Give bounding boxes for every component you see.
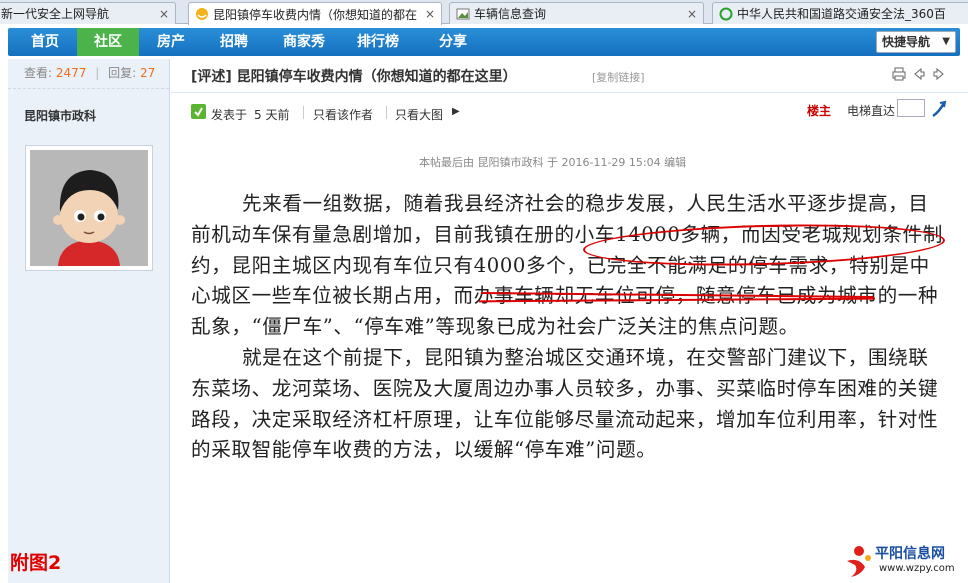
watermark-name: 平阳信息网 (875, 546, 945, 562)
post-title: [评述] 昆阳镇停车收费内情（你想知道的都在这里） (191, 69, 517, 85)
site-watermark: 平阳信息网 www.wzpy.com (843, 541, 963, 581)
views-count: 2477 (55, 66, 87, 80)
quick-nav-label: 快捷导航 (882, 35, 931, 49)
floor-jump-input[interactable] (897, 99, 925, 117)
only-author-link[interactable]: 只看该作者 (313, 106, 373, 123)
post-tools (892, 67, 946, 81)
copy-link-button[interactable]: [复制链接] (592, 69, 645, 85)
nav-community[interactable]: 社区 (77, 28, 139, 56)
views-label: 查看: (24, 66, 53, 80)
chevron-down-icon: ▼ (942, 36, 950, 47)
browser-tab-traffic-law[interactable]: 中华人民共和国道路交通安全法_360百 (712, 2, 968, 24)
watermark-logo-icon (847, 546, 871, 577)
browser-tab-bar: 新一代安全上网导航 × 昆阳镇停车收费内情（你想知道的都在 × 车辆信息查询 ×… (0, 0, 968, 25)
large-image-link[interactable]: 只看大图 (395, 106, 443, 123)
nav-home[interactable]: 首页 (14, 28, 76, 56)
forum-icon (196, 8, 208, 20)
browser-tab-forum-post[interactable]: 昆阳镇停车收费内情（你想知道的都在 × (188, 2, 442, 25)
post-stats: 查看: 2477 | 回复: 27 (8, 59, 169, 89)
close-icon[interactable]: × (687, 7, 697, 21)
meta-divider (303, 106, 304, 119)
cartoon-boy-avatar-icon (30, 150, 148, 266)
posted-time: 5 天前 (254, 108, 290, 122)
nav-real-estate[interactable]: 房产 (140, 28, 202, 56)
tab-title: 昆阳镇停车收费内情（你想知道的都在 (213, 7, 418, 22)
tab-title: 中华人民共和国道路交通安全法_360百 (737, 7, 946, 21)
author-name[interactable]: 昆阳镇市政科 (24, 107, 169, 124)
nav-rankings[interactable]: 排行榜 (344, 28, 412, 56)
online-status-icon (191, 104, 206, 119)
nav-share[interactable]: 分享 (422, 28, 484, 56)
floor-label: 楼主 (807, 104, 832, 118)
site-nav-bar: 首页 社区 房产 招聘 商家秀 排行榜 分享 快捷导航 ▼ (0, 25, 968, 59)
avatar (30, 150, 148, 266)
nav-strip: 首页 社区 房产 招聘 商家秀 排行榜 分享 快捷导航 ▼ (8, 28, 960, 56)
post-content-area: [评述] 昆阳镇停车收费内情（你想知道的都在这里） [复制链接] 发表于 5 天… (171, 59, 968, 583)
post-meta-row: 发表于 5 天前 只看该作者 只看大图 ▶ 楼主 电梯直达 (171, 97, 968, 127)
close-icon[interactable]: × (159, 7, 169, 21)
play-arrow-icon: ▶ (452, 106, 460, 117)
replies-label: 回复: (108, 66, 137, 80)
author-avatar-frame[interactable] (25, 145, 153, 271)
next-thread-icon[interactable] (932, 67, 946, 81)
figure-label: 附图2 (10, 552, 62, 574)
browser-tab-vehicle-query[interactable]: 车辆信息查询 × (449, 2, 704, 24)
image-icon (456, 8, 470, 19)
body-text: 就是在这个前提下，昆阳镇为整治城区交通环境，在交警部门建议下，围绕联东菜场、龙河… (191, 345, 939, 462)
stats-divider: | (95, 66, 100, 80)
print-icon[interactable] (892, 67, 906, 81)
body-paragraph: 就是在这个前提下，昆阳镇为整治城区交通环境，在交警部门建议下，围绕联东菜场、龙河… (191, 343, 943, 466)
elevator-label: 电梯直达 (847, 104, 896, 118)
highlight-parking-spaces: 昆阳主城区内现有车位只有4000多个 (231, 254, 566, 277)
author-sidebar: 查看: 2477 | 回复: 27 昆阳镇市政科 (8, 59, 170, 583)
close-icon[interactable]: × (425, 7, 435, 21)
browser-tab-navigation[interactable]: 新一代安全上网导航 × (0, 2, 176, 24)
posted-label: 发表于 (211, 108, 248, 122)
previous-thread-icon[interactable] (912, 67, 926, 81)
tab-title: 新一代安全上网导航 (1, 7, 110, 21)
watermark-url: www.wzpy.com (879, 563, 955, 574)
post-title-row: [评述] 昆阳镇停车收费内情（你想知道的都在这里） [复制链接] (171, 59, 968, 93)
go-arrow-icon[interactable] (931, 100, 947, 118)
replies-count: 27 (140, 66, 156, 80)
quick-nav-dropdown[interactable]: 快捷导航 ▼ (876, 31, 956, 53)
body-paragraph: 先来看一组数据，随着我县经济社会的稳步发展，人民生活水平逐步提高，目前机动车保有… (191, 189, 943, 343)
last-edit-note: 本帖最后由 昆阳镇市政科 于 2016-11-29 15:04 编辑 (419, 156, 687, 169)
nav-merchant-show[interactable]: 商家秀 (270, 28, 338, 56)
nav-jobs[interactable]: 招聘 (203, 28, 265, 56)
meta-divider (386, 106, 387, 119)
tab-title: 车辆信息查询 (474, 7, 547, 21)
highlight-text: 昆阳主城区内现有车位只有4000多个 (231, 253, 567, 277)
search-360-icon (719, 7, 733, 20)
